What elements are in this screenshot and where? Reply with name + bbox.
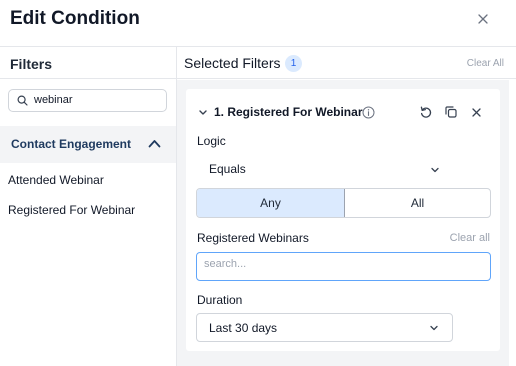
- filters-panel: Filters webinar Contact Engagement Atten…: [0, 47, 177, 366]
- logic-select[interactable]: Equals: [197, 157, 459, 183]
- webinar-search-field: [196, 252, 491, 281]
- close-icon[interactable]: [472, 8, 494, 30]
- condition-title: 1. Registered For Webinar: [214, 105, 363, 119]
- selected-filters-title: Selected Filters: [184, 55, 281, 71]
- match-all-button[interactable]: All: [345, 189, 490, 217]
- reset-icon[interactable]: [419, 105, 433, 119]
- copy-icon[interactable]: [444, 105, 458, 119]
- filter-search-input[interactable]: webinar: [8, 89, 167, 112]
- match-any-button[interactable]: Any: [197, 189, 345, 217]
- selected-filters-panel: Selected Filters 1 Clear All 1. Register…: [177, 47, 516, 366]
- filter-option-attended-webinar[interactable]: Attended Webinar: [8, 173, 104, 187]
- condition-card: 1. Registered For Webinar Logic Equals A…: [186, 89, 500, 351]
- match-mode-toggle: Any All: [196, 188, 491, 218]
- clear-webinars-button[interactable]: Clear all: [450, 232, 490, 244]
- selected-count-badge: 1: [285, 55, 302, 72]
- logic-value: Equals: [209, 162, 246, 176]
- filters-title: Filters: [0, 47, 176, 79]
- logic-label: Logic: [197, 134, 226, 148]
- modal-header: Edit Condition: [0, 0, 516, 47]
- chevron-down-icon[interactable]: [198, 109, 208, 116]
- duration-select[interactable]: Last 30 days: [196, 313, 453, 342]
- duration-value: Last 30 days: [209, 321, 278, 335]
- chevron-down-icon: [430, 325, 438, 331]
- filter-option-registered-for-webinar[interactable]: Registered For Webinar: [8, 203, 135, 217]
- search-icon: [17, 95, 28, 106]
- chevron-up-icon[interactable]: [148, 139, 161, 148]
- selected-filters-area: 1. Registered For Webinar Logic Equals A…: [177, 80, 509, 366]
- info-icon[interactable]: [362, 106, 375, 119]
- webinar-search-input[interactable]: [204, 258, 474, 270]
- clear-all-button[interactable]: Clear All: [467, 58, 504, 69]
- duration-label: Duration: [197, 293, 243, 307]
- close-icon[interactable]: [471, 107, 482, 118]
- chevron-down-icon: [431, 167, 439, 173]
- filter-search-value[interactable]: webinar: [34, 94, 73, 106]
- category-label: Contact Engagement: [11, 137, 132, 151]
- category-contact-engagement[interactable]: Contact Engagement: [0, 126, 176, 163]
- selected-filters-header: Selected Filters 1 Clear All: [177, 47, 516, 79]
- registered-webinars-label: Registered Webinars: [197, 231, 309, 245]
- page-title: Edit Condition: [10, 8, 140, 29]
